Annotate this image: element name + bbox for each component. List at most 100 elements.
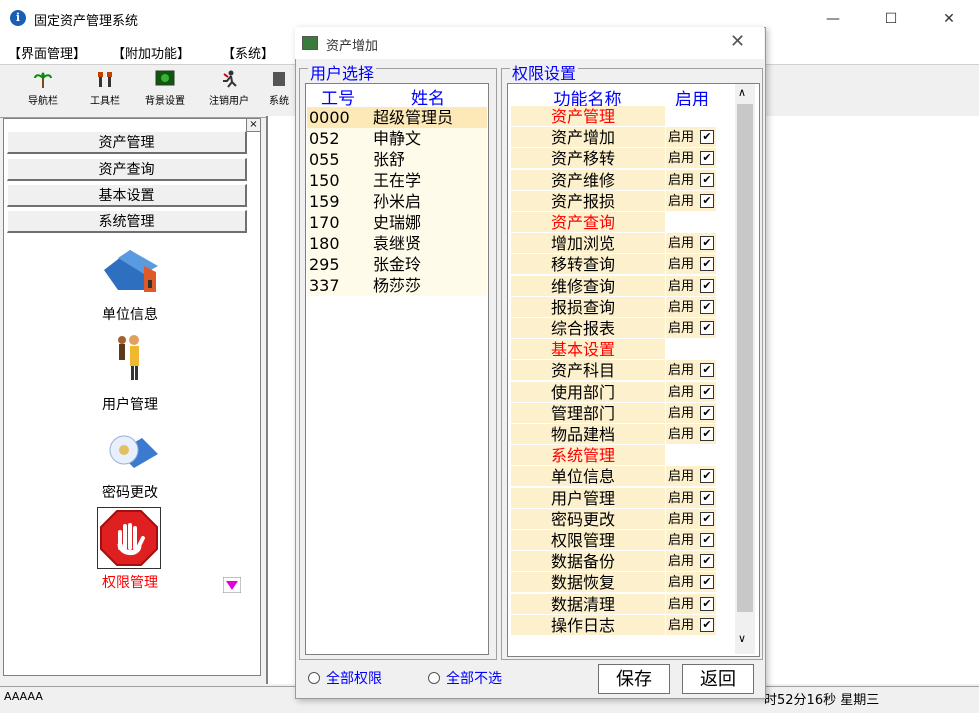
- enable-checkbox[interactable]: ✔: [700, 278, 714, 293]
- menu-addons[interactable]: 【附加功能】: [112, 43, 190, 62]
- enable-label: 启用: [668, 596, 695, 612]
- user-id: 150: [309, 171, 340, 190]
- scroll-up-arrow[interactable]: ∧: [738, 86, 746, 99]
- enable-checkbox[interactable]: ✔: [700, 236, 714, 251]
- permission-name: 资产报损: [511, 190, 665, 211]
- permission-name: 数据清理: [511, 593, 665, 614]
- close-button[interactable]: ✕: [934, 8, 964, 30]
- nav-group-basic-settings[interactable]: 基本设置: [7, 184, 247, 207]
- enable-checkbox[interactable]: ✔: [700, 596, 714, 611]
- permission-row[interactable]: 权限管理 启用 ✔: [509, 530, 717, 551]
- tool-toolbar-button[interactable]: 工具栏: [80, 68, 130, 112]
- permission-row[interactable]: 维修查询 启用 ✔: [509, 275, 717, 297]
- user-name: 杨莎莎: [373, 276, 422, 295]
- permission-row[interactable]: 增加浏览 启用 ✔: [509, 233, 717, 254]
- permission-enable-cell: 启用 ✔: [666, 530, 716, 550]
- enable-checkbox[interactable]: ✔: [700, 533, 714, 547]
- nav-group-asset-query[interactable]: 资产查询: [7, 158, 247, 181]
- radio-none-selected[interactable]: 全部不选: [428, 668, 502, 688]
- user-row[interactable]: 055 张舒: [307, 149, 487, 170]
- permission-row[interactable]: 管理部门 启用 ✔: [509, 402, 717, 424]
- enable-checkbox[interactable]: ✔: [700, 363, 714, 378]
- permission-row[interactable]: 物品建档 启用 ✔: [509, 424, 717, 445]
- nav-item-user-management[interactable]: [100, 330, 160, 382]
- save-button[interactable]: 保存: [598, 664, 670, 694]
- permission-row[interactable]: 资产移转 启用 ✔: [509, 148, 717, 169]
- scroll-down-arrow-icon[interactable]: [223, 577, 241, 593]
- enable-checkbox[interactable]: ✔: [700, 193, 714, 208]
- tool-system-button[interactable]: 系统: [264, 68, 294, 112]
- permission-row[interactable]: 资产维修 启用 ✔: [509, 169, 717, 191]
- user-row[interactable]: 337 杨莎莎: [307, 275, 487, 296]
- permission-name: 物品建档: [511, 424, 665, 444]
- enable-checkbox[interactable]: ✔: [700, 257, 714, 272]
- permission-row[interactable]: 密码更改 启用 ✔: [509, 508, 717, 530]
- permission-row[interactable]: 资产报损 启用 ✔: [509, 190, 717, 212]
- user-select-group-label: 用户选择: [308, 60, 377, 84]
- permission-row[interactable]: 操作日志 启用 ✔: [509, 614, 717, 636]
- tool-logout-button[interactable]: 注销用户: [204, 68, 254, 112]
- permission-row[interactable]: 数据清理 启用 ✔: [509, 593, 717, 615]
- nav-item-unit-info[interactable]: [100, 244, 160, 296]
- enable-checkbox[interactable]: ✔: [700, 554, 714, 569]
- permission-row[interactable]: 资产科目 启用 ✔: [509, 360, 717, 381]
- tool-background-label: 背景设置: [145, 96, 185, 107]
- enable-checkbox[interactable]: ✔: [700, 427, 714, 441]
- nav-group-system-management[interactable]: 系统管理: [7, 210, 247, 233]
- permission-row[interactable]: 使用部门 启用 ✔: [509, 381, 717, 403]
- user-row[interactable]: 150 王在学: [307, 170, 487, 191]
- nav-close-button[interactable]: ×: [246, 118, 261, 132]
- menu-system[interactable]: 【系统】: [222, 43, 274, 62]
- permission-name: 用户管理: [511, 487, 665, 508]
- enable-checkbox[interactable]: ✔: [700, 617, 714, 632]
- scroll-down-arrow[interactable]: ∨: [738, 632, 746, 645]
- enable-checkbox[interactable]: ✔: [700, 130, 714, 145]
- maximize-button[interactable]: ☐: [876, 8, 906, 30]
- enable-checkbox[interactable]: ✔: [700, 469, 714, 484]
- tool-logout-label: 注销用户: [209, 96, 249, 107]
- user-row[interactable]: 170 史瑞娜: [307, 212, 487, 233]
- permission-enable-cell: [666, 106, 716, 126]
- minimize-button[interactable]: —: [818, 8, 848, 30]
- back-button[interactable]: 返回: [682, 664, 754, 694]
- enable-checkbox[interactable]: ✔: [700, 151, 714, 166]
- enable-checkbox[interactable]: ✔: [700, 511, 714, 526]
- tool-nav-label: 导航栏: [28, 96, 58, 107]
- user-row[interactable]: 159 孙米启: [307, 191, 487, 212]
- user-id: 180: [309, 234, 340, 253]
- user-row[interactable]: 052 申静文: [307, 128, 487, 149]
- permission-row[interactable]: 数据备份 启用 ✔: [509, 551, 717, 572]
- permission-row[interactable]: 移转查询 启用 ✔: [509, 254, 717, 275]
- nav-item-password-change[interactable]: [100, 424, 160, 476]
- user-row[interactable]: 0000 超级管理员: [307, 107, 487, 128]
- permission-row[interactable]: 单位信息 启用 ✔: [509, 466, 717, 487]
- user-row[interactable]: 180 袁继贤: [307, 233, 487, 254]
- enable-checkbox[interactable]: ✔: [700, 490, 714, 505]
- nav-item-permission-management[interactable]: [97, 507, 161, 569]
- dialog-close-button[interactable]: ✕: [730, 31, 745, 52]
- tool-nav-button[interactable]: 导航栏: [18, 68, 68, 112]
- permission-row[interactable]: 综合报表 启用 ✔: [509, 318, 717, 339]
- enable-checkbox[interactable]: ✔: [700, 405, 714, 420]
- user-name: 张金玲: [373, 255, 422, 274]
- permission-row[interactable]: 用户管理 启用 ✔: [509, 487, 717, 509]
- user-row[interactable]: 295 张金玲: [307, 254, 487, 275]
- tool-background-button[interactable]: 背景设置: [140, 68, 190, 112]
- permission-name: 移转查询: [511, 254, 665, 275]
- enable-checkbox[interactable]: ✔: [700, 299, 714, 314]
- nav-group-asset-management[interactable]: 资产管理: [7, 131, 247, 154]
- enable-checkbox[interactable]: ✔: [700, 172, 714, 187]
- permission-row[interactable]: 数据恢复 启用 ✔: [509, 572, 717, 593]
- radio-all-permissions[interactable]: 全部权限: [308, 668, 382, 688]
- radio-circle: [428, 672, 440, 684]
- permission-name: 数据备份: [511, 551, 665, 572]
- enable-checkbox[interactable]: ✔: [700, 384, 714, 399]
- menu-interface[interactable]: 【界面管理】: [8, 43, 86, 62]
- permission-name: 管理部门: [511, 402, 665, 423]
- enable-checkbox[interactable]: ✔: [700, 321, 714, 335]
- permission-row[interactable]: 报损查询 启用 ✔: [509, 296, 717, 318]
- permission-scroll-thumb[interactable]: [737, 104, 753, 612]
- enable-label: 启用: [668, 405, 695, 421]
- enable-checkbox[interactable]: ✔: [700, 575, 714, 590]
- permission-row[interactable]: 资产增加 启用 ✔: [509, 127, 717, 148]
